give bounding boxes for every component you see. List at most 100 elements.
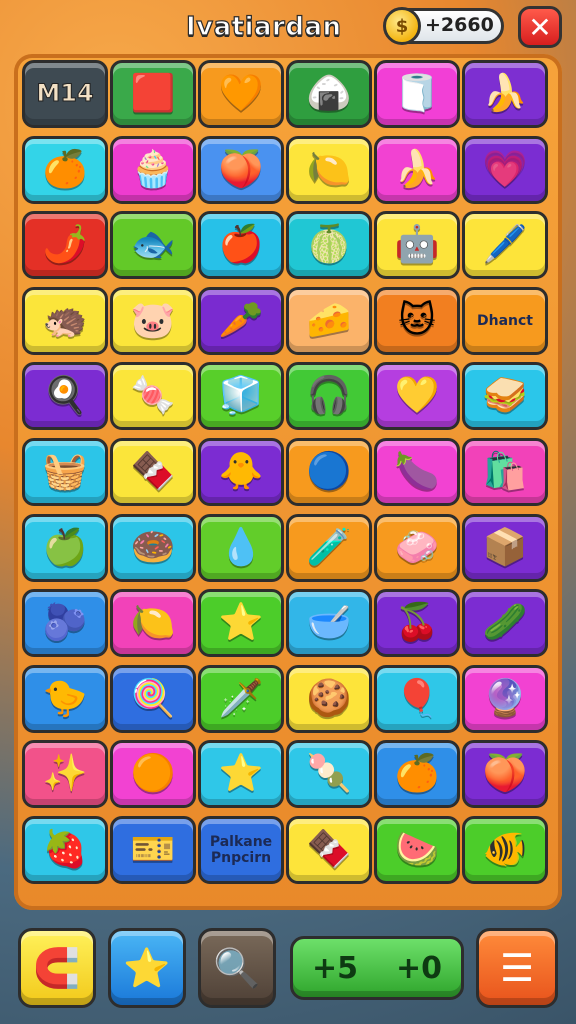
tile-cup[interactable]: 🧁	[110, 135, 196, 204]
tile-heart-lolly[interactable]: 💛	[374, 362, 460, 431]
tile-hedgehog[interactable]: 🦔	[22, 286, 108, 355]
melon-icon: 🍈	[306, 224, 352, 266]
tile-star[interactable]: ⭐	[198, 740, 284, 809]
tile-melon[interactable]: 🍈	[286, 211, 372, 280]
coin-icon: $	[383, 7, 421, 45]
tile-chocolate[interactable]: 🍫	[110, 438, 196, 506]
tile-orange-ball[interactable]: 🟠	[110, 740, 196, 809]
score-panel[interactable]: +5 +0	[290, 936, 464, 1000]
tile-cherry[interactable]: 🍒	[374, 589, 460, 658]
game-board: M14 🟥 🧡 🍙 🧻 🍌 🍊 🧁 🍑 🍋 🍌 💗 🌶️ 🐟 🍎 🍈 🤖 🖊️ 🦔 🐷 🥕 🧀 🐱 Dhanct 🍳 🍬 🧊 🎧 💛 🥪 🧺…	[14, 54, 562, 910]
tile-cookie[interactable]: 🍪	[286, 664, 372, 733]
bottom-toolbar: 🧲 ⭐ 🔍 +5 +0 ☰	[0, 922, 576, 1024]
tile-chick[interactable]: 🐥	[198, 438, 284, 506]
coin-counter[interactable]: $ +2660	[383, 7, 504, 45]
tile-sandwich[interactable]: 🥪	[462, 362, 548, 431]
tile-pan[interactable]: 🍳	[22, 362, 108, 431]
star-button[interactable]: ⭐	[108, 928, 186, 1008]
tangerine-icon: 🍊	[394, 753, 440, 795]
tile-donut[interactable]: 🍩	[110, 513, 196, 582]
tile-orange[interactable]: 🍊	[22, 135, 108, 204]
tile-pen[interactable]: 🖊️	[462, 211, 548, 280]
tile-soap[interactable]: 🧼	[374, 513, 460, 582]
stick-icon: 🍭	[130, 677, 176, 719]
peach-icon: 🍑	[482, 753, 528, 795]
bananas-icon: 🍌	[394, 148, 440, 190]
tile-bowl[interactable]: 🥣	[286, 589, 372, 658]
tile-box[interactable]: 🧻	[374, 60, 460, 128]
tile-cheese[interactable]: 🧀	[286, 286, 372, 355]
pen-icon: 🖊️	[482, 224, 528, 266]
tile-plum[interactable]: 🍑	[198, 135, 284, 204]
tile-food[interactable]: 🍙	[286, 60, 372, 128]
magnet-button[interactable]: 🧲	[18, 928, 96, 1008]
tile-basket[interactable]: 🧺	[22, 438, 108, 506]
cup-icon: 🧁	[130, 148, 176, 190]
magnet-icon: 🧲	[33, 945, 81, 990]
tile-green-apple[interactable]: 🍏	[22, 513, 108, 582]
lollipop-icon: 🍡	[306, 753, 352, 795]
tile-label-m14[interactable]: M14	[22, 60, 108, 128]
food-icon: 🍙	[306, 73, 352, 114]
tile-heart-pink[interactable]: 💗	[462, 135, 548, 204]
tile-lemon[interactable]: 🍋	[286, 135, 372, 204]
tile-fish[interactable]: 🐟	[110, 211, 196, 280]
ball-icon: 🔵	[306, 451, 352, 492]
tile-sparkle[interactable]: ✨	[22, 740, 108, 809]
tile-carrot[interactable]: 🥕	[198, 286, 284, 355]
wand-icon: ⭐	[218, 602, 264, 644]
tile-apple[interactable]: 🍎	[198, 211, 284, 280]
tile-drop[interactable]: 💧	[198, 513, 284, 582]
tile-text-label: M14	[36, 79, 94, 108]
tile-ticket[interactable]: 🎫	[110, 816, 196, 884]
tile-lemon-2[interactable]: 🍋	[110, 589, 196, 658]
tile-bag[interactable]: Dhanct	[462, 286, 548, 355]
close-button[interactable]: ✕	[518, 6, 562, 48]
tile-cat[interactable]: 🐱	[374, 286, 460, 355]
tile-flag[interactable]: 🟥	[110, 60, 196, 128]
tile-ball[interactable]: 🔵	[286, 438, 372, 506]
tile-ball-red[interactable]: 🍉	[374, 816, 460, 884]
tile-crate[interactable]: 📦	[462, 513, 548, 582]
search-button[interactable]: 🔍	[198, 928, 276, 1008]
tile-bird[interactable]: 🐤	[22, 664, 108, 733]
cheese-icon: 🧀	[306, 299, 352, 341]
tile-fish-orange[interactable]: 🐠	[462, 816, 548, 884]
tile-eggplant[interactable]: 🍆	[374, 438, 460, 506]
tile-shopping[interactable]: 🛍️	[462, 438, 548, 506]
berry-icon: 🫐	[42, 602, 88, 644]
tile-balloon[interactable]: 🎈	[374, 664, 460, 733]
tile-text[interactable]: Palkane Pnpcirn	[198, 816, 284, 884]
menu-button[interactable]: ☰	[476, 928, 558, 1008]
tile-stick[interactable]: 🍭	[110, 664, 196, 733]
tile-headphones[interactable]: 🎧	[286, 362, 372, 431]
tile-heart[interactable]: 🧡	[198, 60, 284, 128]
tile-banana[interactable]: 🍌	[462, 60, 548, 128]
tile-molecule[interactable]: 🧪	[286, 513, 372, 582]
chocolate-icon: 🍫	[130, 451, 176, 492]
tile-peach[interactable]: 🍑	[462, 740, 548, 809]
tile-text-label: Palkane Pnpcirn	[209, 833, 273, 866]
candy-icon: 🍬	[130, 375, 176, 417]
orange-ball-icon: 🟠	[130, 753, 176, 795]
tile-pig[interactable]: 🐷	[110, 286, 196, 355]
bar-icon: 🍫	[306, 829, 352, 870]
tile-robot[interactable]: 🤖	[374, 211, 460, 280]
plum-icon: 🍑	[218, 148, 264, 190]
tile-wand[interactable]: ⭐	[198, 589, 284, 658]
tile-arrow[interactable]: 🗡️	[198, 664, 284, 733]
tile-cucumber[interactable]: 🥒	[462, 589, 548, 658]
tile-bananas[interactable]: 🍌	[374, 135, 460, 204]
tile-bar[interactable]: 🍫	[286, 816, 372, 884]
tile-fruit[interactable]: 🍓	[22, 816, 108, 884]
heart-icon: 🧡	[218, 73, 264, 114]
tile-berry[interactable]: 🫐	[22, 589, 108, 658]
tile-cube[interactable]: 🧊	[198, 362, 284, 431]
tile-orb[interactable]: 🔮	[462, 664, 548, 733]
tile-lollipop[interactable]: 🍡	[286, 740, 372, 809]
tile-pepper[interactable]: 🌶️	[22, 211, 108, 280]
tile-tangerine[interactable]: 🍊	[374, 740, 460, 809]
bird-icon: 🐤	[42, 677, 88, 719]
tile-candy[interactable]: 🍬	[110, 362, 196, 431]
lemon-icon: 🍋	[306, 148, 352, 190]
